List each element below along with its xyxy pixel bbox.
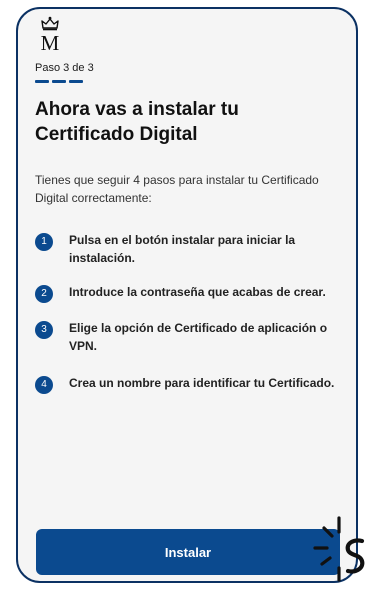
step-text: Crea un nombre para identificar tu Certi… — [69, 376, 335, 390]
step-item: 3 Elige la opción de Certificado de apli… — [35, 319, 345, 355]
step-progress-dashes — [35, 80, 83, 83]
step-number-badge: 4 — [35, 376, 53, 394]
step-item: 1 Pulsa en el botón instalar para inicia… — [35, 231, 345, 267]
step-number-badge: 3 — [35, 321, 53, 339]
progress-dash — [69, 80, 83, 83]
tap-cursor-icon — [313, 516, 365, 582]
step-text: Pulsa en el botón instalar para iniciar … — [69, 233, 296, 265]
crown-m-logo: M — [41, 16, 60, 52]
screen: M Paso 3 de 3 Ahora vas a instalar tu Ce… — [0, 0, 366, 590]
step-item: 2 Introduce la contraseña que acabas de … — [35, 283, 345, 303]
step-indicator-label: Paso 3 de 3 — [35, 62, 94, 74]
step-text: Introduce la contraseña que acabas de cr… — [69, 285, 326, 299]
step-text: Elige la opción de Certificado de aplica… — [69, 321, 328, 353]
page-title: Ahora vas a instalar tu Certificado Digi… — [35, 99, 239, 145]
step-number-badge: 1 — [35, 233, 53, 251]
install-card: M Paso 3 de 3 Ahora vas a instalar tu Ce… — [16, 7, 358, 583]
intro-text: Tienes que seguir 4 pasos para instalar … — [35, 173, 319, 205]
progress-dash — [35, 80, 49, 83]
step-number-badge: 2 — [35, 285, 53, 303]
progress-dash — [52, 80, 66, 83]
svg-text:M: M — [41, 31, 60, 52]
step-item: 4 Crea un nombre para identificar tu Cer… — [35, 374, 345, 394]
install-button[interactable]: Instalar — [36, 529, 340, 575]
